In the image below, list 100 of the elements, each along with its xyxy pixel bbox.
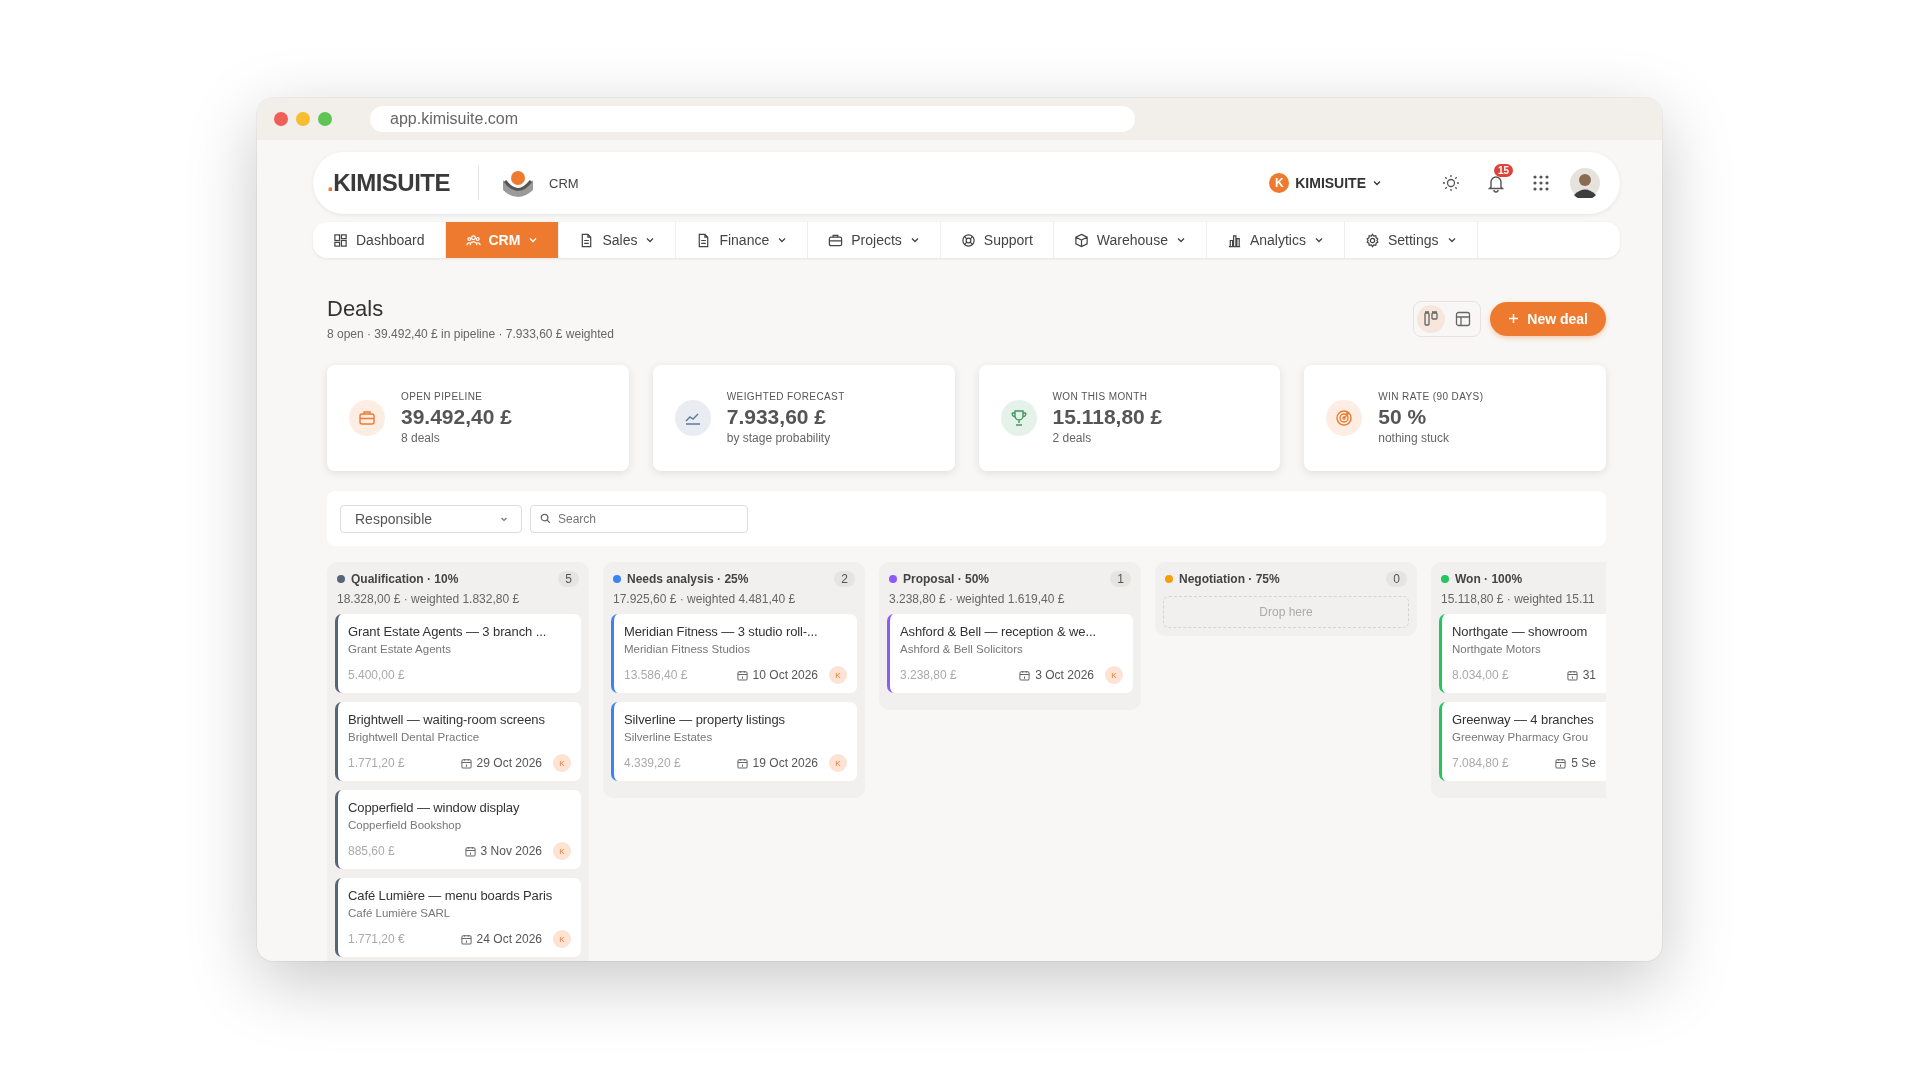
kpi-label: WON THIS MONTH xyxy=(1052,391,1149,402)
company-name: Ashford & Bell Solicitors xyxy=(900,643,1024,655)
calendar-icon xyxy=(736,669,748,681)
company-name: Café Lumière SARL xyxy=(348,907,452,919)
module-icon xyxy=(501,168,535,198)
avatar[interactable] xyxy=(1570,168,1600,198)
search-icon xyxy=(540,513,551,524)
owner-avatar: K xyxy=(1105,666,1123,684)
deal-count: 0 xyxy=(1386,571,1407,587)
table-icon xyxy=(1455,310,1472,327)
calendar-icon xyxy=(460,933,472,945)
plus-icon xyxy=(1508,313,1520,324)
deal-amount: 5.400,00 £ xyxy=(348,668,405,682)
page-title: Deals xyxy=(327,296,385,322)
deal-title: Café Lumière — menu boards Paris xyxy=(348,888,554,903)
deal-card[interactable]: Copperfield — window display Copperfield Bookshop 885,60 £ 3 Nov 2026 K xyxy=(335,790,581,869)
nav-tab[interactable]: Support xyxy=(940,222,1054,258)
stage-summary: 3.238,80 £ · weighted 1.619,40 £ xyxy=(889,592,1066,606)
deal-title: Silverline — property listings xyxy=(624,712,786,727)
logo[interactable]: .KIMISUITE xyxy=(327,169,450,197)
deal-card[interactable]: Meridian Fitness — 3 studio roll-... Meridian Fitness Studios 13.586,40 £ 10 Oct 2026 K xyxy=(611,614,857,693)
due-date: 29 Oct 2026 xyxy=(476,756,542,770)
stage-summary: 18.328,00 £ · weighted 1.832,80 £ xyxy=(337,592,521,606)
due-date: 5 Se xyxy=(1571,756,1596,770)
bar-chart-icon xyxy=(1226,232,1242,248)
search-field[interactable]: Search xyxy=(530,504,748,533)
calendar-icon xyxy=(460,757,472,769)
deal-amount: 885,60 £ xyxy=(348,844,395,858)
deal-card[interactable]: Silverline — property listings Silverline Estates 4.339,20 £ 19 Oct 2026 K xyxy=(611,702,857,781)
deal-title: Meridian Fitness — 3 studio roll-... xyxy=(624,624,819,639)
calendar-icon xyxy=(1019,669,1031,681)
nav-tab[interactable]: Projects xyxy=(808,222,941,258)
dashboard-icon xyxy=(333,232,348,248)
chevron-down-icon xyxy=(1372,178,1382,188)
kpi-value: 50 % xyxy=(1378,405,1428,429)
kpi-caption: nothing stuck xyxy=(1378,431,1450,445)
stage-summary: 15.118,80 £ · weighted 15.11 xyxy=(1441,592,1596,606)
deal-amount: 8.034,00 £ xyxy=(1452,668,1509,682)
calendar-icon xyxy=(464,845,476,857)
deal-card[interactable]: Grant Estate Agents — 3 branch ... Grant Estate Agents 5.400,00 £ xyxy=(335,614,581,693)
kpi-label: OPEN PIPELINE xyxy=(401,391,484,402)
deal-amount: 1.771,20 € xyxy=(348,932,405,946)
close-icon[interactable] xyxy=(274,112,288,126)
deal-card[interactable]: Café Lumière — menu boards Paris Café Lumière SARL 1.771,20 € 24 Oct 2026 K xyxy=(335,878,581,957)
due-date: 3 Nov 2026 xyxy=(480,844,542,858)
kpi-caption: 8 deals xyxy=(401,431,441,445)
deal-amount: 3.238,80 £ xyxy=(900,668,957,682)
columns-icon xyxy=(1423,310,1440,327)
settings-icon xyxy=(1364,232,1380,248)
stage-name: Proposal · 50% xyxy=(903,572,990,586)
deal-card[interactable]: Northgate — showroom Northgate Motors 8.034,00 £ 31 xyxy=(1439,614,1606,693)
box-icon xyxy=(1073,232,1089,248)
deal-card[interactable]: Greenway — 4 branches Greenway Pharmacy Grou 7.084,80 £ 5 Se xyxy=(1439,702,1606,781)
deal-card[interactable]: Brightwell — waiting-room screens Brightwell Dental Practice 1.771,20 £ 29 Oct 2026 K xyxy=(335,702,581,781)
owner-avatar: K xyxy=(829,666,847,684)
stage-name: Qualification · 10% xyxy=(351,572,459,586)
apps-icon[interactable] xyxy=(1532,174,1550,192)
stage-summary: 17.925,60 £ · weighted 4.481,40 £ xyxy=(613,592,797,606)
nav-tab[interactable]: Finance xyxy=(676,222,809,258)
board-view-button[interactable] xyxy=(1417,304,1446,333)
calendar-icon xyxy=(1566,669,1578,681)
deal-title: Greenway — 4 branches xyxy=(1452,712,1595,727)
due-date: 3 Oct 2026 xyxy=(1035,668,1094,682)
lifebuoy-icon xyxy=(960,232,976,248)
nav-tab[interactable]: Dashboard xyxy=(313,222,446,258)
responsible-dropdown[interactable]: Responsible xyxy=(340,504,522,533)
bell-icon[interactable] xyxy=(1486,173,1506,193)
kpi-caption: 2 deals xyxy=(1052,431,1093,445)
kpi-value: 7.933,60 £ xyxy=(726,405,827,429)
notification-count: 15 xyxy=(1494,164,1514,177)
nav-tab[interactable]: Sales xyxy=(559,222,677,258)
deal-title: Grant Estate Agents — 3 branch ... xyxy=(348,624,548,639)
stage-name: Won · 100% xyxy=(1455,572,1523,586)
nav-tab[interactable]: Settings xyxy=(1344,222,1478,258)
due-date: 31 xyxy=(1582,668,1596,682)
deal-amount: 7.084,80 £ xyxy=(1452,756,1509,770)
people-icon xyxy=(465,232,481,248)
calendar-icon xyxy=(1555,757,1567,769)
workspace-switcher[interactable]: K KIMISUITE xyxy=(1269,173,1382,193)
company-name: Meridian Fitness Studios xyxy=(624,643,751,655)
kpi-label: WIN RATE (90 DAYS) xyxy=(1378,391,1484,402)
nav-tab[interactable]: Warehouse xyxy=(1053,222,1207,258)
company-name: Grant Estate Agents xyxy=(348,643,452,655)
company-name: Copperfield Bookshop xyxy=(348,819,463,831)
company-name: Brightwell Dental Practice xyxy=(348,731,481,743)
sun-icon[interactable] xyxy=(1442,174,1460,192)
deal-title: Northgate — showroom xyxy=(1452,624,1589,639)
owner-avatar: K xyxy=(553,930,571,948)
stage-name: Needs analysis · 25% xyxy=(627,572,749,586)
owner-avatar: K xyxy=(553,842,571,860)
deal-title: Brightwell — waiting-room screens xyxy=(348,712,546,727)
address-bar[interactable]: app.kimisuite.com xyxy=(370,106,1135,132)
due-date: 24 Oct 2026 xyxy=(476,932,542,946)
kpi-caption: by stage probability xyxy=(726,431,832,445)
kpi-label: WEIGHTED FORECAST xyxy=(726,391,845,402)
due-date: 19 Oct 2026 xyxy=(752,756,818,770)
page-summary: 8 open · 39.492,40 £ in pipeline · 7.933,60 £ weighted xyxy=(327,327,614,341)
deal-card[interactable]: Ashford & Bell — reception & we... Ashford & Bell Solicitors 3.238,80 £ 3 Oct 2026 K xyxy=(887,614,1133,693)
deal-amount: 4.339,20 £ xyxy=(624,756,681,770)
nav-tab[interactable]: Analytics xyxy=(1206,222,1345,258)
